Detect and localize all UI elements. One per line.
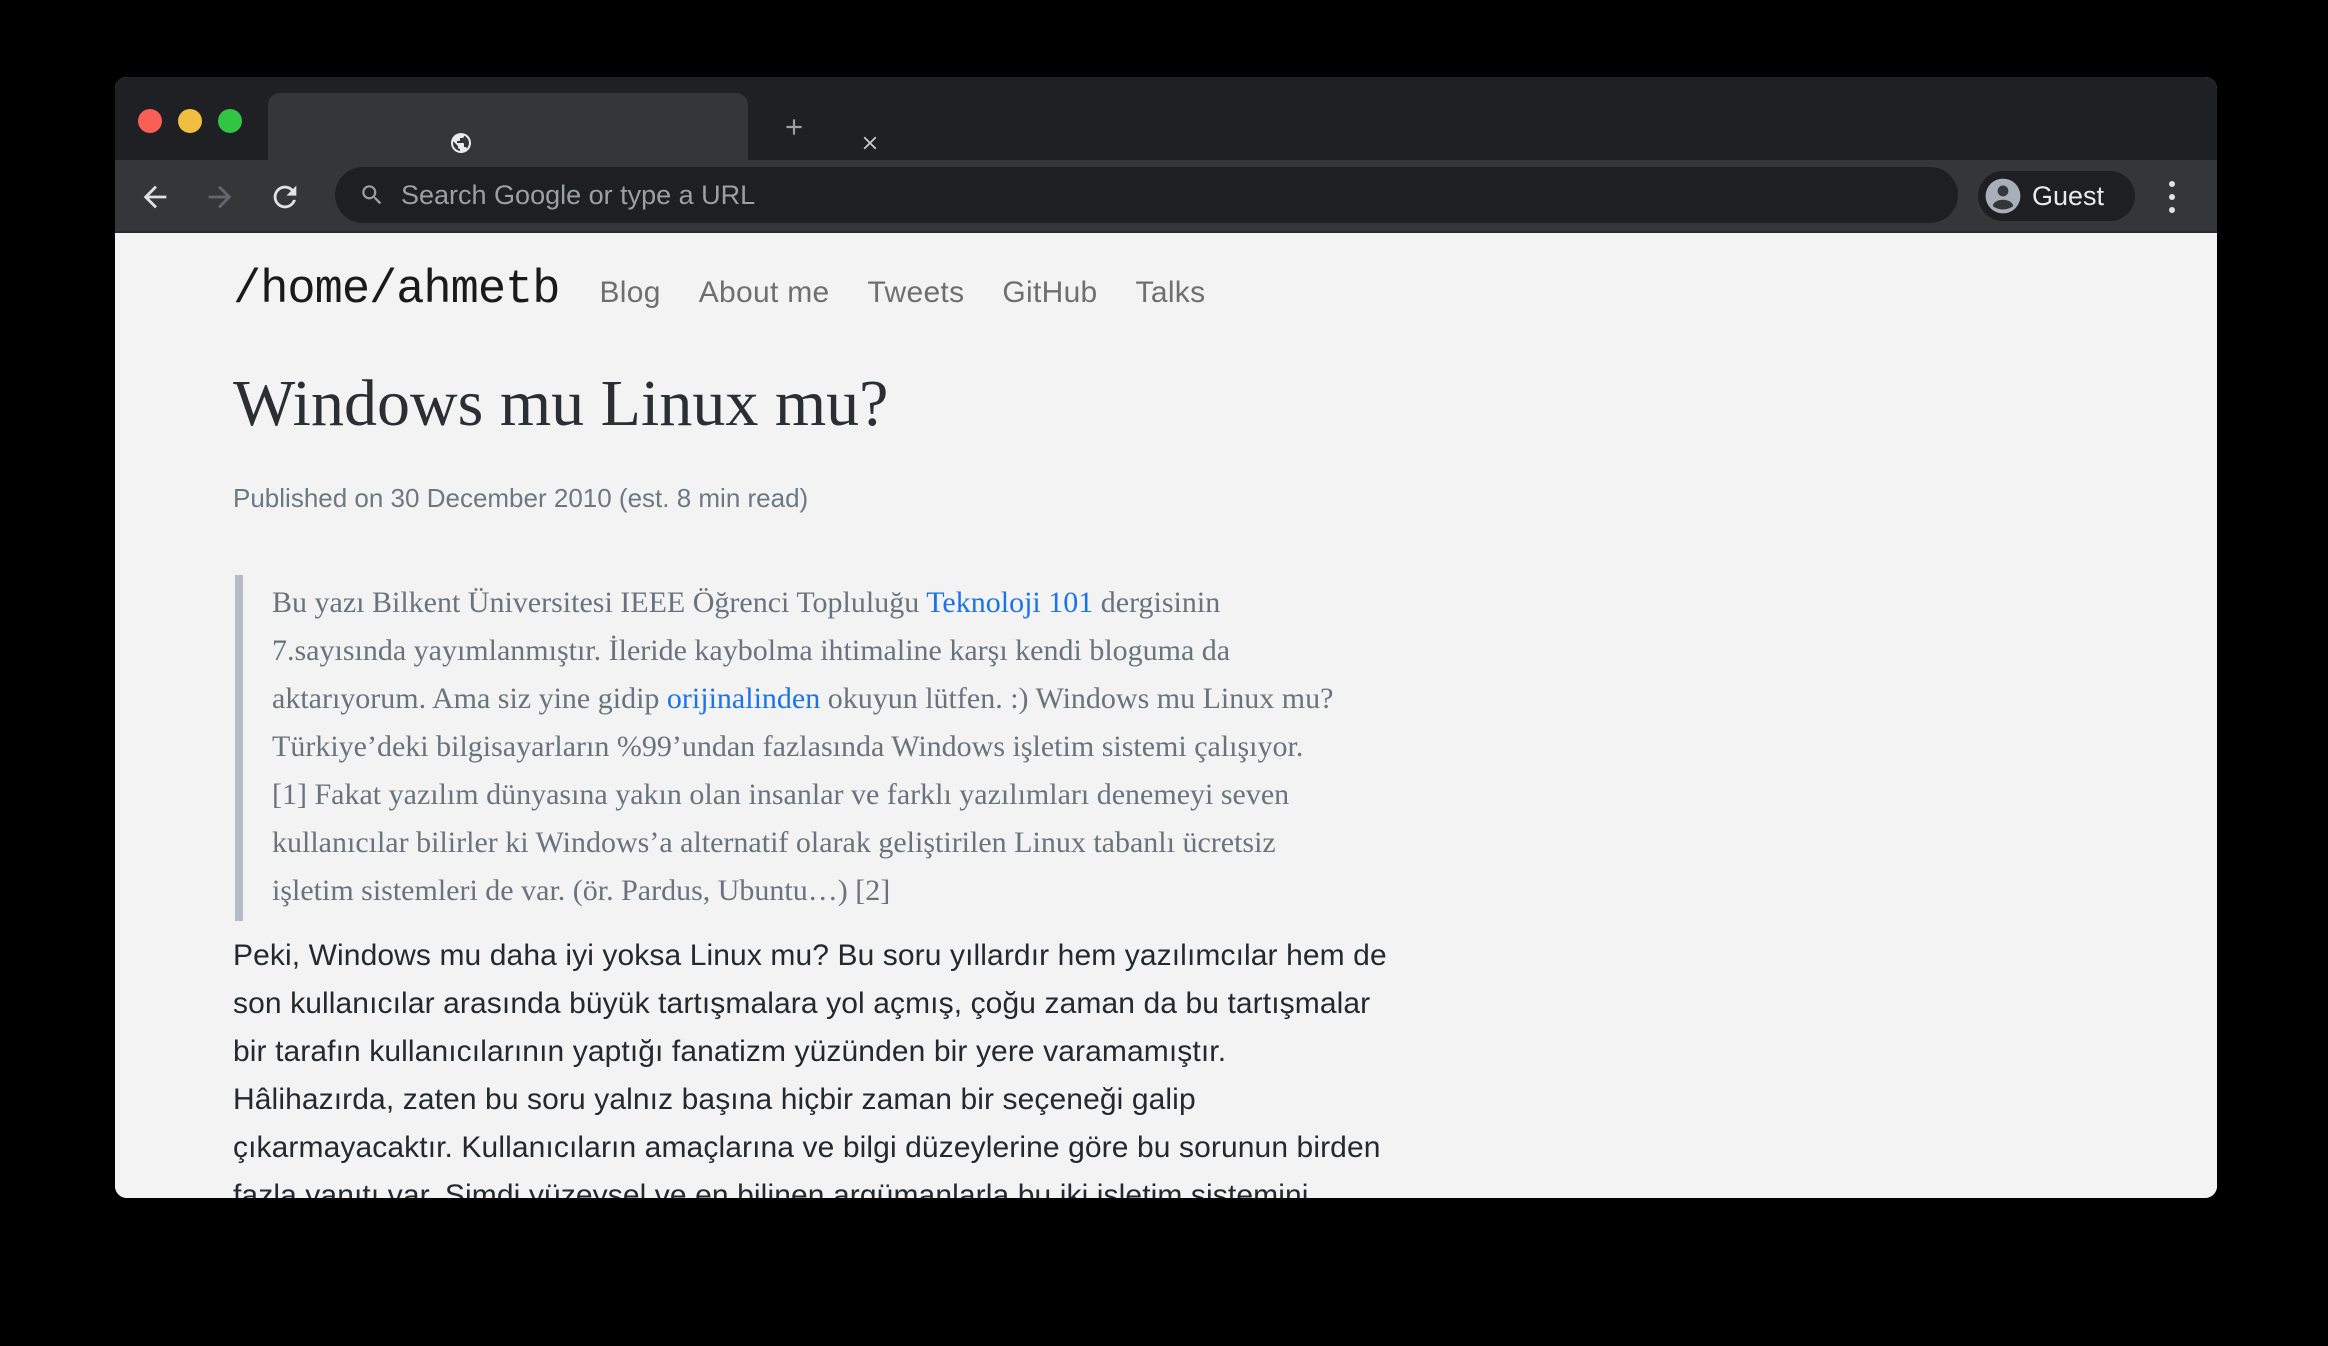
browser-tab[interactable] [268, 93, 877, 160]
reload-icon[interactable] [268, 180, 302, 214]
address-bar[interactable] [335, 167, 1958, 223]
nav-link-about-me[interactable]: About me [699, 276, 830, 310]
nav-link-tweets[interactable]: Tweets [868, 276, 965, 310]
forward-icon[interactable] [203, 180, 237, 214]
desktop: { "window": { "tab": { "title": "" }, "t… [0, 0, 2328, 1346]
blockquote-line: kullanıcılar bilirler ki Windows’a alter… [272, 819, 1333, 867]
site-nav: Blog About me Tweets GitHub Talks [599, 276, 1205, 310]
site-brand-link[interactable]: /home/ahmetb [233, 264, 560, 317]
search-icon [359, 182, 385, 208]
browser-window: Guest /home/ahmetb Blog About me Tweets Git… [115, 77, 2217, 1198]
body-line: çıkarmayacaktır. Kullanıcıların amaçları… [233, 1131, 1381, 1164]
fullscreen-window-button[interactable] [218, 109, 242, 133]
inline-link[interactable]: Teknoloji 101 [926, 586, 1093, 619]
body-line: bir tarafın kullanıcılarının yaptığı fan… [233, 1035, 1227, 1068]
browser-menu-icon[interactable] [2161, 177, 2183, 217]
close-window-button[interactable] [138, 109, 162, 133]
page-content: /home/ahmetb Blog About me Tweets GitHub Tal… [115, 233, 2217, 1198]
inline-link[interactable]: orijinalinden [667, 682, 820, 715]
blockquote-line: aktarıyorum. Ama siz yine gidip orijinal… [272, 675, 1333, 723]
blockquote-text: dergisinin [1093, 586, 1221, 619]
article-blockquote: Bu yazı Bilkent Üniversitesi IEEE Öğrenc… [235, 575, 1333, 921]
body-line: son kullanıcılar arasında büyük tartışma… [233, 987, 1371, 1020]
tab-strip [115, 77, 2217, 160]
blockquote-line: Türkiye’deki bilgisayarların %99’undan f… [272, 723, 1333, 771]
tab-title [488, 113, 828, 141]
tab-close-icon[interactable] [859, 132, 881, 154]
blockquote-text: Bu yazı Bilkent Üniversitesi IEEE Öğrenc… [272, 586, 927, 619]
address-input[interactable] [399, 178, 1938, 212]
blockquote-text: aktarıyorum. Ama siz yine gidip [272, 682, 667, 715]
article-title: Windows mu Linux mu? [233, 367, 889, 440]
blockquote-text: 7.sayısında yayımlanmıştır. İleride kayb… [272, 634, 1231, 667]
guest-avatar-icon [1984, 177, 2022, 215]
blockquote-text: Türkiye’deki bilgisayarların %99’undan f… [272, 730, 1304, 763]
nav-link-github[interactable]: GitHub [1002, 276, 1097, 310]
body-line: Peki, Windows mu daha iyi yoksa Linux mu… [233, 939, 1387, 972]
blockquote-text: okuyun lütfen. :) Windows mu Linux mu? [820, 682, 1334, 715]
globe-favicon-icon [449, 131, 473, 155]
site-masthead: /home/ahmetb Blog About me Tweets GitHub Tal… [233, 264, 1205, 317]
profile-label: Guest [2032, 180, 2105, 211]
browser-toolbar: Guest [115, 160, 2217, 233]
profile-chip[interactable]: Guest [1978, 171, 2135, 221]
minimize-window-button[interactable] [178, 109, 202, 133]
body-line: fazla yanıtı var. Şimdi yüzeysel ve en b… [233, 1179, 1309, 1198]
back-icon[interactable] [138, 180, 172, 214]
blockquote-line: 7.sayısında yayımlanmıştır. İleride kayb… [272, 627, 1333, 675]
nav-link-blog[interactable]: Blog [599, 276, 660, 310]
nav-link-talks[interactable]: Talks [1136, 276, 1206, 310]
blockquote-text: [1] Fakat yazılım dünyasına yakın olan i… [272, 778, 1290, 811]
blockquote-line: işletim sistemleri de var. (ör. Pardus, … [272, 867, 1333, 915]
body-line: Hâlihazırda, zaten bu soru yalnız başına… [233, 1083, 1196, 1116]
blockquote-line: [1] Fakat yazılım dünyasına yakın olan i… [272, 771, 1333, 819]
article-meta: Published on 30 December 2010 (est. 8 mi… [233, 483, 809, 513]
blockquote-text: kullanıcılar bilirler ki Windows’a alter… [272, 826, 1276, 859]
blockquote-text: işletim sistemleri de var. (ör. Pardus, … [272, 874, 891, 907]
blockquote-line: Bu yazı Bilkent Üniversitesi IEEE Öğrenc… [272, 579, 1333, 627]
new-tab-button[interactable] [781, 114, 807, 140]
article-body: Peki, Windows mu daha iyi yoksa Linux mu… [233, 932, 1387, 1198]
